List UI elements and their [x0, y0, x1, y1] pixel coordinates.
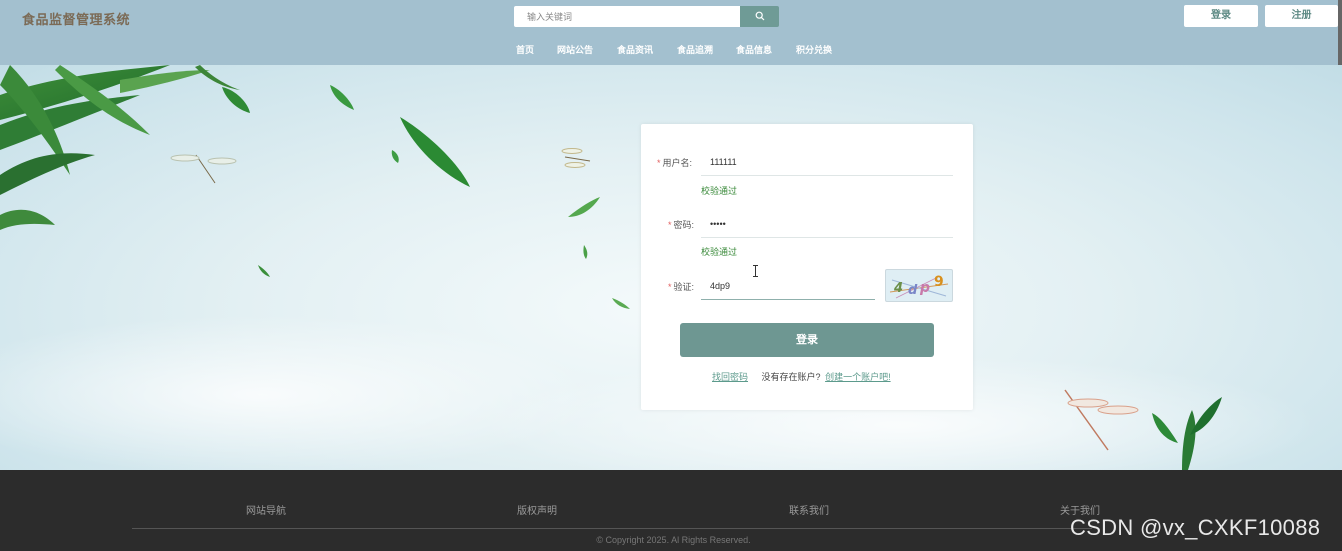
- svg-text:p: p: [919, 280, 930, 296]
- username-label: * 用户名:: [657, 158, 693, 168]
- nav-item-food-info[interactable]: 食品信息: [736, 43, 772, 56]
- svg-text:9: 9: [934, 274, 944, 290]
- captcha-label: * 验证:: [668, 282, 695, 292]
- main-nav: 首页 网站公告 食品资讯 食品追溯 食品信息 积分兑换: [0, 43, 1342, 55]
- login-links: 找回密码 没有存在账户? 创建一个账户吧!: [712, 370, 891, 383]
- create-account-link[interactable]: 创建一个账户吧!: [825, 372, 891, 382]
- svg-text:d: d: [908, 283, 918, 298]
- username-field[interactable]: [701, 148, 953, 176]
- password-field[interactable]: [701, 210, 953, 238]
- watermark-text: CSDN @vx_CXKF10088: [1070, 515, 1321, 540]
- password-status: 校验通过: [701, 247, 738, 257]
- search-icon: [755, 8, 765, 26]
- forgot-password-link[interactable]: 找回密码: [712, 372, 748, 382]
- search-bar: [514, 6, 779, 27]
- footer-divider: [132, 528, 1092, 529]
- password-label: * 密码:: [668, 220, 695, 230]
- login-card: *用户名: 校验通过 *密码: 校验通过 *验证: 4 d p 9 登录 找回密…: [641, 124, 973, 410]
- search-input[interactable]: [514, 6, 740, 27]
- text-cursor-icon: [753, 265, 758, 277]
- search-button[interactable]: [740, 6, 779, 27]
- username-status: 校验通过: [701, 186, 738, 196]
- top-header: 食品监督管理系统 登录 注册 首页 网站公告 食品资讯 食品追溯 食品信息 积分…: [0, 0, 1342, 65]
- footer-contact-us[interactable]: 联系我们: [789, 502, 829, 517]
- site-logo[interactable]: 食品监督管理系统: [22, 9, 130, 28]
- nav-item-food-trace[interactable]: 食品追溯: [677, 43, 713, 56]
- nav-item-food-news[interactable]: 食品资讯: [617, 43, 653, 56]
- nav-item-points-exchange[interactable]: 积分兑换: [796, 43, 832, 56]
- login-submit-button[interactable]: 登录: [680, 323, 934, 357]
- captcha-field[interactable]: [701, 272, 875, 300]
- nav-item-home[interactable]: 首页: [516, 43, 534, 56]
- footer-site-nav[interactable]: 网站导航: [246, 502, 286, 517]
- captcha-graphic: 4 d p 9: [889, 274, 949, 299]
- header-login-button[interactable]: 登录: [1184, 5, 1258, 27]
- svg-text:4: 4: [893, 281, 903, 296]
- no-account-text: 没有存在账户?: [761, 372, 821, 382]
- captcha-image[interactable]: 4 d p 9: [885, 269, 953, 302]
- header-register-button[interactable]: 注册: [1265, 5, 1338, 27]
- nav-item-announcements[interactable]: 网站公告: [557, 43, 593, 56]
- footer-copyright-statement[interactable]: 版权声明: [517, 502, 557, 517]
